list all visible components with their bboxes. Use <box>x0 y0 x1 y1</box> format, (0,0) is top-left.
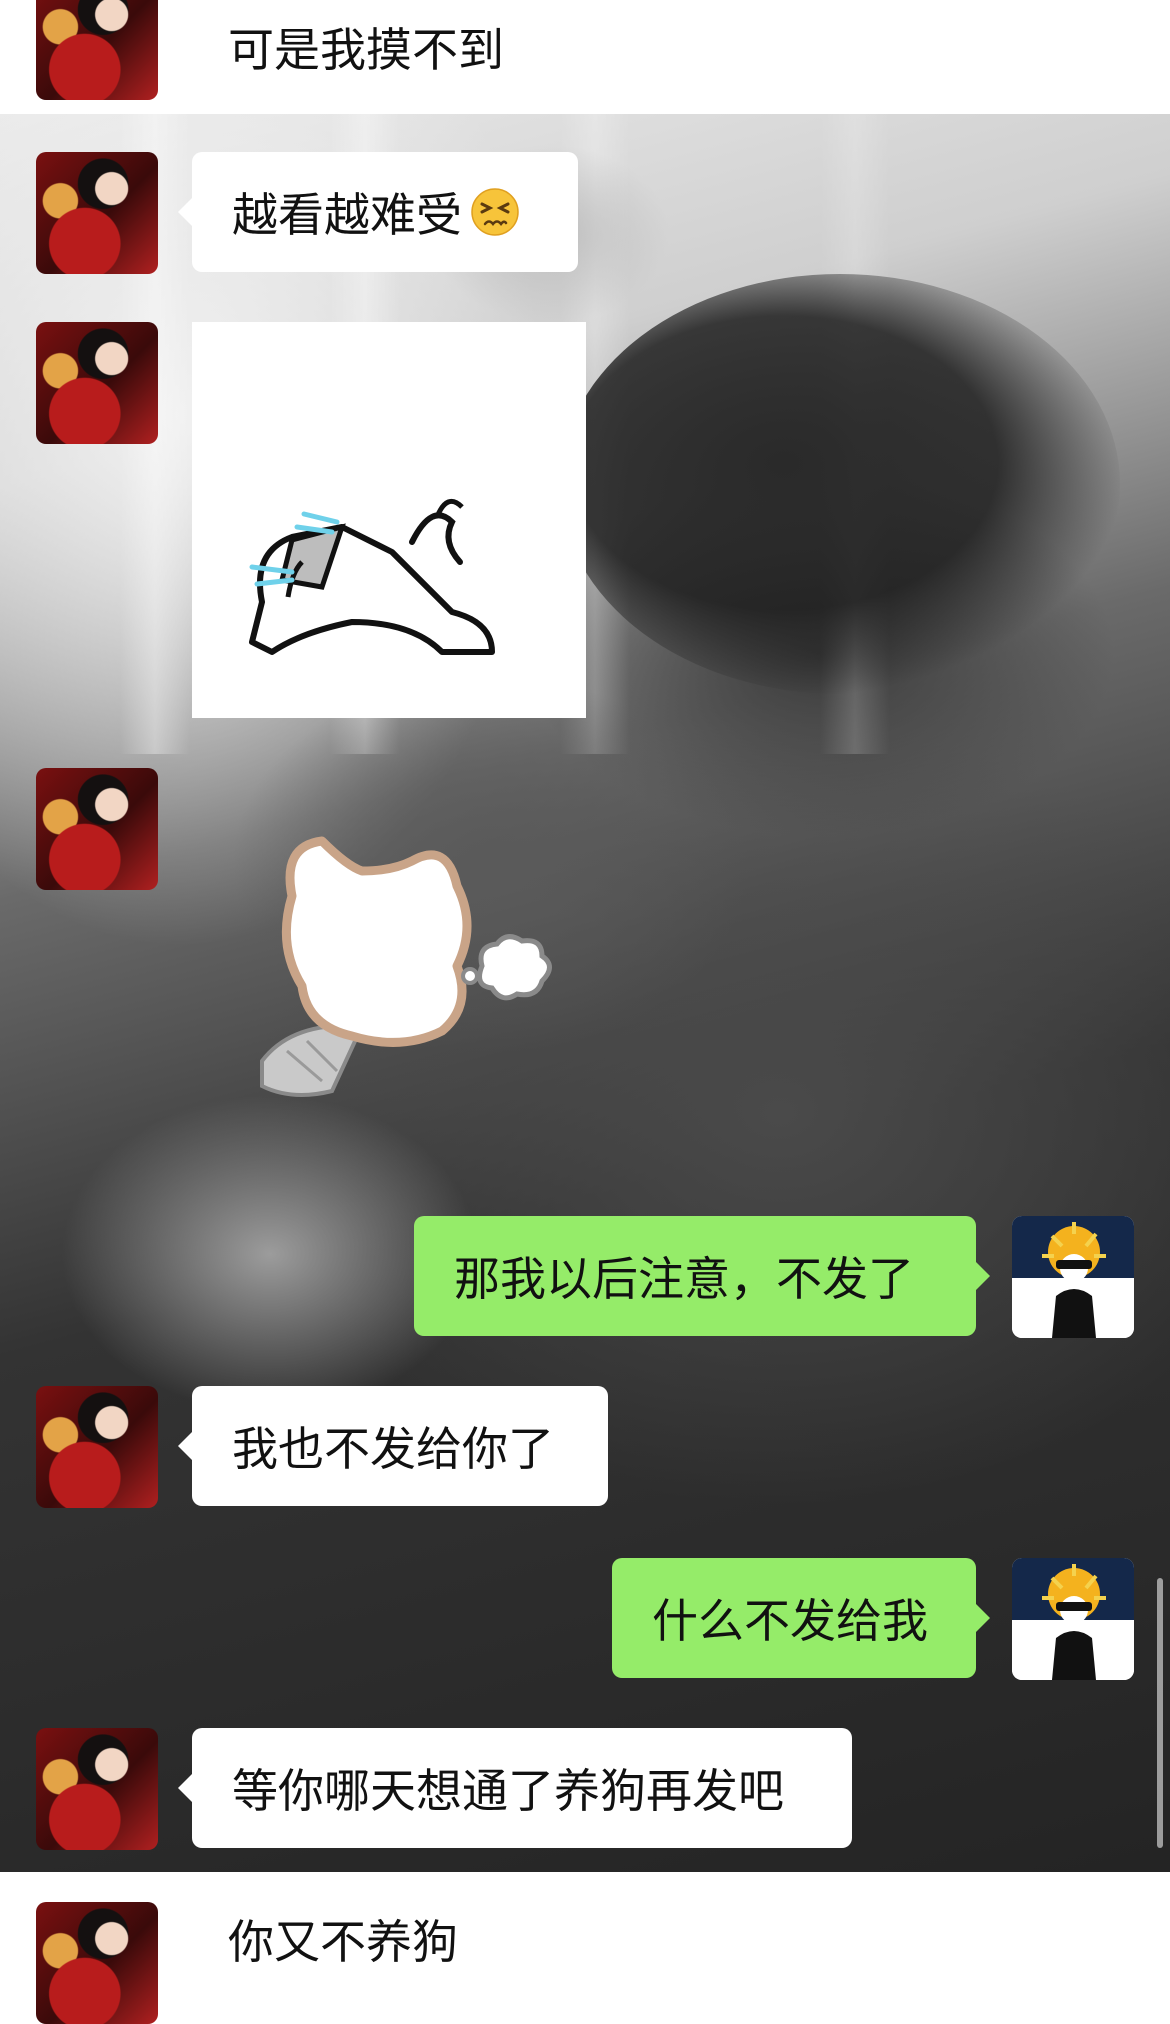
contact-avatar[interactable] <box>36 322 158 444</box>
message-text: 等你哪天想通了养狗再发吧 <box>232 1764 784 1818</box>
message-text: 越看越难受 <box>232 188 462 242</box>
fluffy-cat-sigh-sticker[interactable] <box>252 826 572 1116</box>
message-row-9: 你又不养狗 <box>0 1872 1170 2024</box>
message-bubble[interactable]: 我也不发给你了 <box>178 1386 608 1506</box>
contact-avatar[interactable] <box>36 0 158 100</box>
contact-avatar[interactable] <box>36 1386 158 1508</box>
sticker-drawing <box>260 836 552 1097</box>
contact-avatar[interactable] <box>36 1728 158 1850</box>
message-bubble[interactable]: 等你哪天想通了养狗再发吧 <box>178 1728 852 1848</box>
message-text: 什么不发给我 <box>652 1594 928 1648</box>
sticker-drawing <box>249 498 495 655</box>
contact-avatar[interactable] <box>36 768 158 890</box>
message-text: 那我以后注意，不发了 <box>454 1252 914 1306</box>
my-avatar[interactable] <box>1012 1558 1134 1680</box>
message-text: 你又不养狗 <box>228 1915 458 1969</box>
contact-avatar[interactable] <box>36 152 158 274</box>
message-row-1: 可是我摸不到 <box>0 0 1170 114</box>
message-text: 可是我摸不到 <box>228 23 504 77</box>
message-bubble[interactable]: 越看越难受 <box>178 152 578 272</box>
persevering-face-emoji <box>471 188 519 236</box>
crying-cartoon-sticker[interactable] <box>192 322 586 718</box>
my-avatar[interactable] <box>1012 1216 1134 1338</box>
message-text: 我也不发给你了 <box>232 1422 554 1476</box>
message-bubble[interactable]: 什么不发给我 <box>612 1558 990 1678</box>
message-bubble[interactable]: 那我以后注意，不发了 <box>414 1216 990 1336</box>
avatar-illustration <box>1012 1558 1134 1680</box>
avatar-illustration <box>1012 1216 1134 1338</box>
scrollbar[interactable] <box>1157 1578 1163 1848</box>
contact-avatar[interactable] <box>36 1902 158 2024</box>
